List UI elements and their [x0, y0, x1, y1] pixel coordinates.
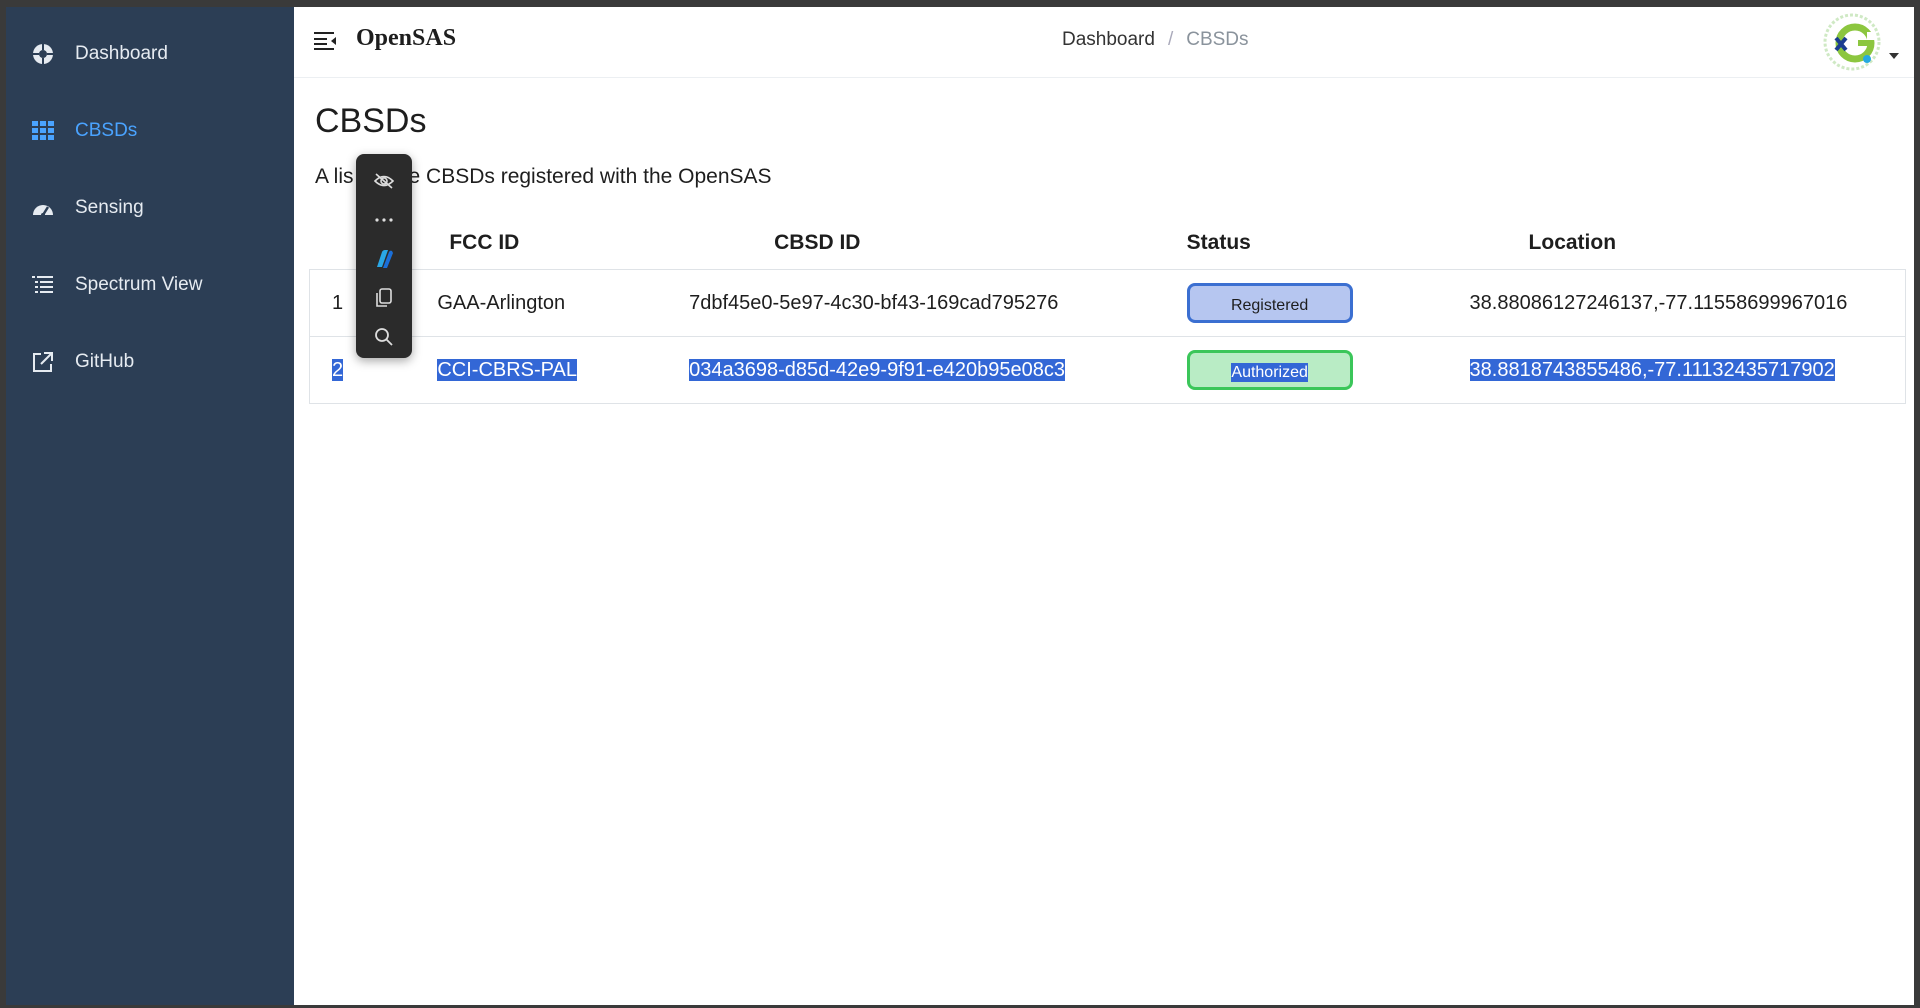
table-row[interactable]: 2 CCI-CBRS-PAL 034a3698-d85d-42e9-9f91-e…	[309, 336, 1906, 404]
menu-toggle-icon[interactable]	[314, 31, 340, 53]
cell-fcc-id: CCI-CBRS-PAL	[437, 336, 659, 404]
cbsd-table: # FCC ID CBSD ID Status Location 1 GAA-A…	[309, 217, 1906, 404]
selected-text: CCI-CBRS-PAL	[437, 358, 577, 381]
breadcrumb-current: CBSDs	[1186, 29, 1249, 50]
cell-fcc-id: GAA-Arlington	[437, 269, 659, 337]
cell-status: Authorized	[1140, 336, 1407, 404]
copy-icon[interactable]	[370, 284, 398, 312]
sidebar: Dashboard CBSDs Sensing Spectrum View Gi…	[6, 7, 294, 1005]
app-window: Dashboard CBSDs Sensing Spectrum View Gi…	[6, 7, 1914, 1005]
selected-text: Authorized	[1231, 363, 1308, 382]
table-header-row: # FCC ID CBSD ID Status Location	[310, 217, 1906, 270]
avatar[interactable]	[1822, 12, 1882, 72]
chevron-down-icon[interactable]	[1888, 47, 1900, 59]
status-badge: Registered	[1186, 283, 1353, 323]
page-title: CBSDs	[315, 102, 427, 140]
cell-status: Registered	[1140, 269, 1407, 337]
search-icon[interactable]	[370, 323, 398, 351]
sidebar-item-sensing[interactable]: Sensing	[6, 178, 294, 238]
sidebar-item-cbsds[interactable]: CBSDs	[6, 101, 294, 161]
breadcrumb: Dashboard / CBSDs	[1062, 29, 1249, 51]
selected-text: 38.8818743855486,-77.11132435717902	[1469, 358, 1835, 381]
column-header-cbsd-id: CBSD ID	[774, 231, 861, 254]
dashboard-icon	[30, 41, 56, 67]
sidebar-item-label: GitHub	[75, 351, 135, 372]
subtitle-end: e CBSDs registered with the OpenSAS	[408, 165, 772, 188]
eye-off-icon[interactable]	[370, 167, 398, 195]
column-header-location: Location	[1528, 231, 1617, 254]
more-icon[interactable]	[370, 206, 398, 234]
external-link-icon	[30, 349, 56, 375]
column-header-fcc-id: FCC ID	[449, 231, 520, 254]
sidebar-item-dashboard[interactable]: Dashboard	[6, 24, 294, 84]
table-row[interactable]: 1 GAA-Arlington 7dbf45e0-5e97-4c30-bf43-…	[309, 269, 1906, 337]
cell-cbsd-id: 7dbf45e0-5e97-4c30-bf43-169cad795276	[658, 269, 1141, 337]
breadcrumb-dashboard[interactable]: Dashboard	[1062, 29, 1155, 51]
sidebar-item-github[interactable]: GitHub	[6, 332, 294, 392]
copilot-icon[interactable]	[370, 245, 398, 273]
status-badge: Authorized	[1186, 350, 1353, 390]
selected-text: 2	[332, 358, 344, 381]
breadcrumb-separator: /	[1167, 29, 1174, 50]
cell-location: 38.8818743855486,-77.11132435717902	[1406, 336, 1906, 404]
selected-text: 034a3698-d85d-42e9-9f91-e420b95e08c3	[689, 358, 1066, 381]
subtitle-start: A lis	[315, 165, 354, 188]
top-header: OpenSAS Dashboard / CBSDs	[294, 7, 1914, 78]
sidebar-item-label: Sensing	[75, 197, 144, 218]
cell-cbsd-id: 034a3698-d85d-42e9-9f91-e420b95e08c3	[658, 336, 1141, 404]
sidebar-item-label: Spectrum View	[75, 274, 203, 295]
speedometer-icon	[30, 195, 56, 221]
cell-location: 38.88086127246137,-77.11558699967016	[1406, 269, 1906, 337]
sidebar-item-label: CBSDs	[75, 120, 138, 141]
floating-selection-toolbar	[356, 154, 412, 358]
sidebar-item-label: Dashboard	[75, 43, 168, 64]
sidebar-item-spectrum-view[interactable]: Spectrum View	[6, 255, 294, 315]
grid-icon	[30, 118, 56, 144]
column-header-status: Status	[1186, 231, 1251, 254]
list-icon	[30, 272, 56, 298]
brand-title[interactable]: OpenSAS	[356, 25, 456, 52]
